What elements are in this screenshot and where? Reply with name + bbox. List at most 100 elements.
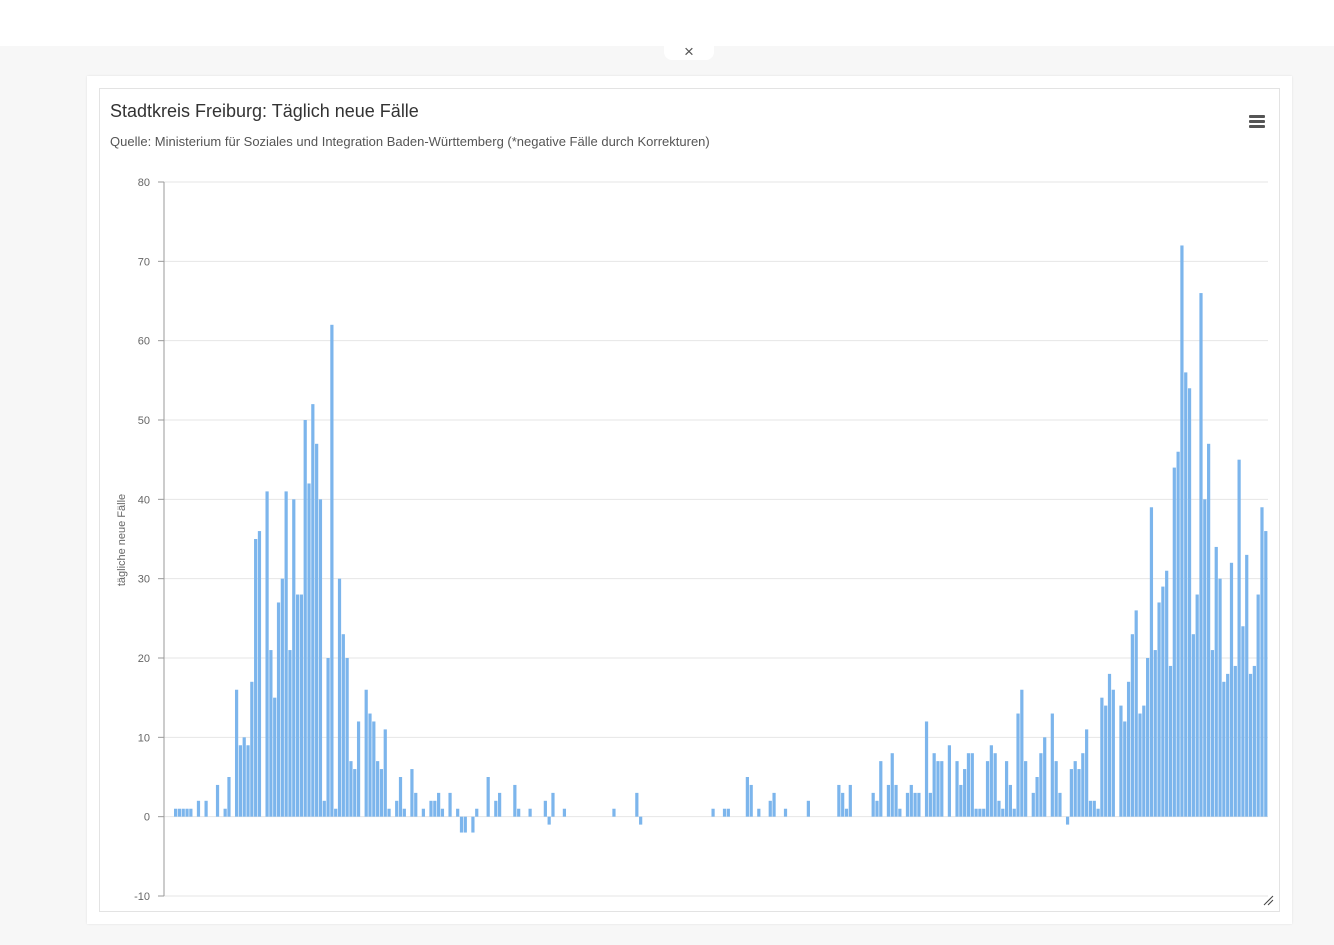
bar <box>783 808 788 817</box>
bar <box>269 650 273 817</box>
bar <box>1149 507 1154 817</box>
bar <box>940 761 944 817</box>
bar <box>894 784 898 817</box>
bar <box>437 792 441 817</box>
bar <box>1191 634 1195 817</box>
bar <box>913 792 917 817</box>
bar <box>989 745 993 817</box>
bar <box>970 753 974 817</box>
bar <box>1100 697 1104 817</box>
bar <box>421 808 425 817</box>
bar <box>890 753 894 817</box>
bar <box>372 721 376 817</box>
bar <box>871 792 875 817</box>
bar <box>772 792 776 817</box>
bar <box>1085 729 1089 817</box>
bar <box>1237 459 1241 817</box>
bar <box>395 800 399 817</box>
bar <box>1107 673 1112 817</box>
bar <box>517 808 521 817</box>
bar <box>433 800 437 817</box>
bar <box>307 483 311 817</box>
bar <box>330 324 334 817</box>
bar <box>875 800 879 817</box>
bar <box>177 808 182 817</box>
bar <box>1168 665 1173 817</box>
bar <box>234 689 239 817</box>
bar <box>326 658 330 817</box>
bar <box>749 784 753 817</box>
bar <box>528 808 532 817</box>
bar <box>1256 594 1260 817</box>
bar <box>768 800 772 817</box>
bar <box>711 808 715 817</box>
bar <box>982 808 986 817</box>
bar <box>1001 808 1005 817</box>
bar <box>513 784 517 817</box>
y-tick-label: 40 <box>138 494 150 506</box>
bar <box>959 784 963 817</box>
bar <box>1058 792 1062 817</box>
y-tick-label: 80 <box>138 177 150 189</box>
bar <box>722 808 727 817</box>
bar <box>985 761 990 817</box>
bar <box>1248 673 1253 817</box>
bar <box>1134 610 1138 817</box>
bar <box>1210 650 1215 817</box>
bar <box>376 761 380 817</box>
bar <box>547 816 551 825</box>
y-tick-label: 0 <box>144 812 150 824</box>
bar <box>841 792 845 817</box>
bar <box>562 808 567 817</box>
bar <box>947 745 952 817</box>
bar <box>1218 578 1222 817</box>
chart-container: -10 0 10 20 30 40 50 60 70 80 tägliche neue Fälle … <box>99 88 1280 912</box>
bar <box>1035 777 1039 817</box>
bar <box>932 753 936 817</box>
bar <box>334 808 338 817</box>
bar <box>1130 634 1134 817</box>
bar <box>1233 665 1237 817</box>
bar <box>353 769 357 817</box>
bar <box>284 491 288 817</box>
bar <box>1088 800 1093 817</box>
bar <box>1077 769 1081 817</box>
bar <box>341 634 345 817</box>
bar <box>848 784 852 817</box>
bar-chart: -10 0 10 20 30 40 50 60 70 80 tägliche neue Fälle <box>116 177 1268 903</box>
bar <box>456 808 460 817</box>
bar <box>936 761 940 817</box>
bar <box>1104 705 1108 817</box>
bar <box>909 784 913 817</box>
bar <box>1146 658 1150 817</box>
bar <box>543 800 547 817</box>
bar <box>383 729 387 817</box>
bar <box>204 800 208 817</box>
resize-handle-icon[interactable] <box>1262 894 1274 906</box>
bar <box>1016 713 1020 817</box>
bar <box>924 721 929 817</box>
close-icon[interactable]: × <box>664 38 714 61</box>
bar <box>1138 713 1142 817</box>
bar <box>1004 761 1009 817</box>
bar <box>280 578 284 817</box>
bar <box>238 745 243 817</box>
hamburger-menu-icon[interactable] <box>1248 113 1266 129</box>
bar <box>745 777 749 817</box>
bar <box>1245 554 1249 817</box>
bar <box>1054 761 1058 817</box>
bar <box>1069 769 1073 817</box>
bar <box>1252 665 1256 817</box>
bar <box>844 808 849 817</box>
bar <box>1241 626 1245 817</box>
y-tick-label: 10 <box>138 732 150 744</box>
bar <box>494 800 498 817</box>
y-tick-label: 70 <box>138 256 150 268</box>
bar <box>1031 792 1035 817</box>
bar <box>1161 586 1165 817</box>
bar <box>303 420 307 817</box>
bar <box>1222 681 1226 817</box>
bar <box>1176 451 1180 817</box>
bar <box>1180 245 1184 817</box>
bar <box>265 491 269 817</box>
